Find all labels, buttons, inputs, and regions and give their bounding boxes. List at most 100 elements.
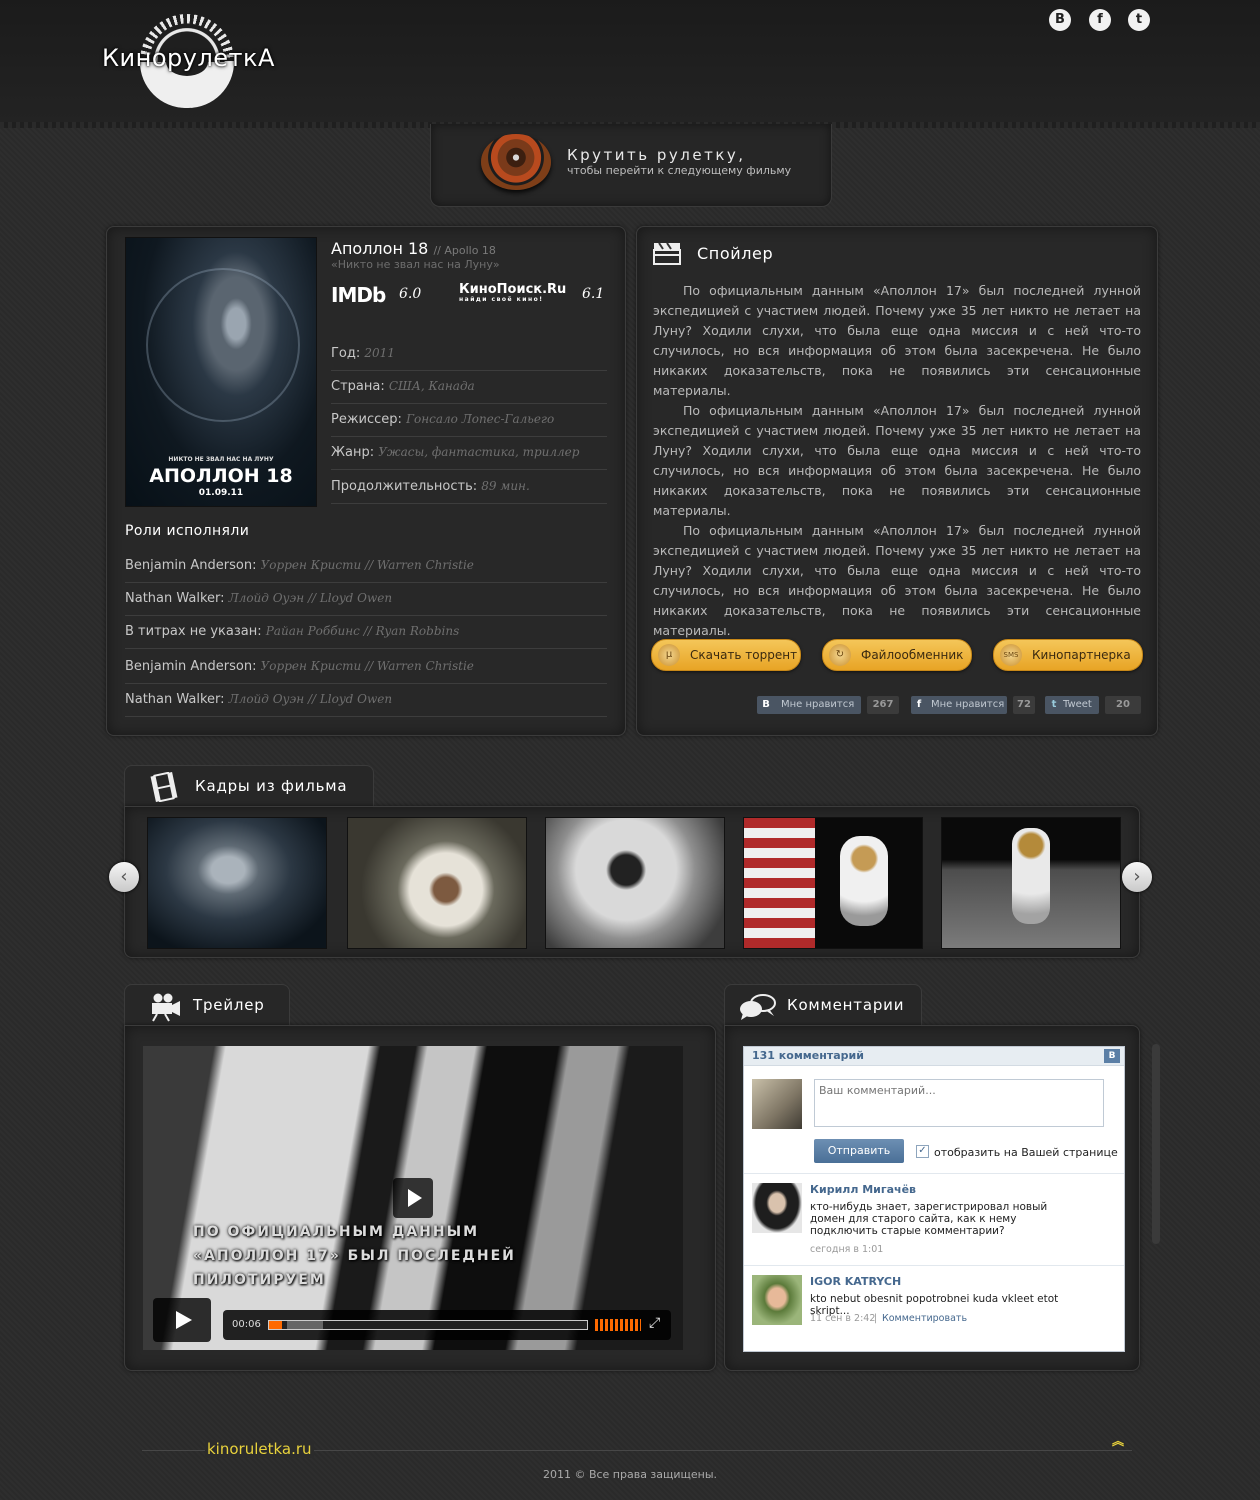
frames-carousel [124, 806, 1140, 958]
cast-role: В титрах не указан: [125, 624, 262, 639]
speech-bubbles-icon [740, 994, 776, 1020]
info-label: Год: [331, 346, 361, 361]
poster-date: 01.09.11 [198, 488, 244, 498]
volume-icon[interactable] [595, 1319, 641, 1331]
spoiler-panel: Спойлер По официальным данным «Аполлон 1… [636, 226, 1158, 736]
frame-thumbnail[interactable] [941, 817, 1121, 949]
frames-tab: Кадры из фильма [124, 765, 374, 808]
comment-date: сегодня в 1:01 [810, 1244, 884, 1255]
roulette-title: Крутить рулетку, [567, 146, 746, 164]
video-seekbar[interactable] [268, 1320, 588, 1330]
kinopoisk-logo[interactable]: КиноПоиск.Ru [459, 282, 566, 297]
info-row-duration: Продолжительность: 89 мин. [331, 470, 607, 504]
cast-actor[interactable]: Райан Роббинс // Ryan Robbins [266, 624, 460, 638]
clapperboard-icon [653, 242, 681, 265]
video-time: 00:06 [232, 1319, 261, 1330]
like-label: Мне нравится [781, 699, 855, 710]
play-button[interactable] [153, 1298, 211, 1342]
imdb-logo[interactable]: IMDb [331, 283, 386, 307]
comments-scrollbar[interactable] [1152, 1044, 1160, 1244]
scroll-top-icon[interactable]: ︽ [1112, 1432, 1124, 1449]
kinopoisk-slogan: найди своё кино! [459, 296, 544, 303]
like-count: 72 [1013, 696, 1035, 714]
torrent-icon: µ [658, 644, 680, 666]
vk-like-button[interactable]: В Мне нравится 267 [757, 696, 899, 714]
vk-icon[interactable]: В [1049, 9, 1071, 31]
avatar[interactable] [752, 1275, 802, 1325]
tweet-button[interactable]: t Tweet 20 [1045, 696, 1141, 714]
comment-count[interactable]: 131 комментарий [752, 1049, 864, 1062]
cast-actor[interactable]: Ллойд Оуэн // Lloyd Owen [229, 692, 392, 706]
video-subtitle-line: ПИЛОТИРУЕМ [193, 1272, 326, 1288]
video-subtitle-line: ПО ОФИЦИАЛЬНЫМ ДАННЫМ [193, 1224, 480, 1240]
cast-role: Nathan Walker: [125, 692, 225, 707]
facebook-icon[interactable]: f [1089, 9, 1111, 31]
like-count: 267 [867, 696, 899, 714]
video-subtitle-line: «АПОЛЛОН 17» БЫЛ ПОСЛЕДНЕЙ [193, 1248, 516, 1264]
info-value: 89 мин. [481, 479, 530, 493]
trailer-tab: Трейлер [124, 984, 290, 1027]
site-logo[interactable]: КинорулеткА [102, 44, 275, 72]
button-label: Скачать торрент [690, 648, 798, 662]
video-controls: 00:06 ⤢ [223, 1310, 671, 1340]
frames-next-button[interactable]: › [1122, 862, 1152, 892]
frame-thumbnail[interactable] [743, 817, 923, 949]
info-row-genre: Жанр: Ужасы, фантастика, триллер [331, 436, 607, 470]
frames-prev-button[interactable]: ‹ [109, 862, 139, 892]
play-overlay-icon[interactable] [393, 1178, 433, 1218]
kinopartner-button[interactable]: SMS Кинопартнерка [993, 639, 1143, 671]
frame-thumbnail[interactable] [347, 817, 527, 949]
file-hosting-button[interactable]: ↻ Файлообменник [822, 639, 972, 671]
facebook-like-button[interactable]: f Мне нравится 72 [911, 696, 1035, 714]
info-row-year: Год: 2011 [331, 337, 607, 371]
info-label: Жанр: [331, 445, 375, 460]
spoiler-title: Спойлер [697, 244, 774, 263]
cast-actor[interactable]: Уоррен Кристи // Warren Christie [261, 558, 474, 572]
frame-thumbnail[interactable] [147, 817, 327, 949]
vk-logo-icon[interactable]: В [1104, 1049, 1120, 1063]
info-value: Гонсало Лопес-Гальего [406, 412, 555, 426]
cast-actor[interactable]: Уоррен Кристи // Warren Christie [261, 659, 474, 673]
trailer-title: Трейлер [193, 996, 265, 1014]
video-progress [269, 1321, 282, 1329]
movie-title: Аполлон 18 // Apollo 18 [331, 239, 496, 258]
twitter-icon[interactable]: t [1128, 9, 1150, 31]
vk-icon: В [762, 699, 770, 710]
cast-row: Benjamin Anderson: Уоррен Кристи // Warr… [125, 549, 607, 583]
comment-input[interactable] [814, 1079, 1104, 1127]
send-comment-button[interactable]: Отправить [814, 1139, 904, 1163]
spoiler-paragraph: По официальным данным «Аполлон 17» был п… [653, 403, 1141, 518]
video-player[interactable]: ПО ОФИЦИАЛЬНЫМ ДАННЫМ «АПОЛЛОН 17» БЫЛ П… [143, 1046, 683, 1350]
comments-tab: Комментарии [724, 984, 922, 1027]
spin-roulette-button[interactable]: Крутить рулетку, чтобы перейти к следующ… [430, 124, 832, 207]
roulette-wheel-icon [481, 134, 551, 190]
avatar[interactable] [752, 1183, 802, 1233]
movie-poster[interactable]: НИКТО НЕ ЗВАЛ НАС НА ЛУНУ АПОЛЛОН 18 01.… [125, 237, 317, 507]
cast-actor[interactable]: Ллойд Оуэн // Lloyd Owen [229, 591, 392, 605]
cast-heading: Роли исполняли [125, 523, 250, 539]
frames-title: Кадры из фильма [195, 777, 348, 795]
poster-tagline: НИКТО НЕ ЗВАЛ НАС НА ЛУНУ [168, 456, 274, 463]
info-value: Ужасы, фантастика, триллер [378, 445, 580, 459]
footer-site-link[interactable]: kinoruletka.ru [205, 1440, 314, 1458]
copyright: 2011 © Все права защищены. [542, 1468, 718, 1481]
comment-author[interactable]: IGOR KATRYCH [810, 1275, 901, 1288]
cast-row: Nathan Walker: Ллойд Оуэн // Lloyd Owen [125, 683, 607, 717]
like-count: 20 [1105, 696, 1141, 714]
frame-thumbnail[interactable] [545, 817, 725, 949]
like-label: Мне нравится [931, 699, 1005, 710]
site-header: КинорулеткА В f t [0, 0, 1260, 128]
reply-link[interactable]: Комментировать [882, 1313, 967, 1324]
info-row-country: Страна: США, Канада [331, 370, 607, 404]
comments-title: Комментарии [787, 996, 905, 1014]
poster-title: АПОЛЛОН 18 [149, 465, 293, 487]
kinopoisk-rating: 6.1 [582, 286, 605, 302]
info-value: США, Канада [388, 379, 475, 393]
post-to-page-checkbox[interactable]: ✓ [916, 1145, 929, 1158]
fullscreen-icon[interactable]: ⤢ [649, 1315, 660, 1331]
spoiler-paragraph: По официальным данным «Аполлон 17» был п… [653, 283, 1141, 398]
comment-author[interactable]: Кирилл Мигачёв [810, 1183, 916, 1196]
download-torrent-button[interactable]: µ Скачать торрент [651, 639, 801, 671]
movie-camera-icon [152, 993, 180, 1022]
vk-comments-widget: 131 комментарий В Отправить ✓ отобразить… [743, 1046, 1125, 1352]
